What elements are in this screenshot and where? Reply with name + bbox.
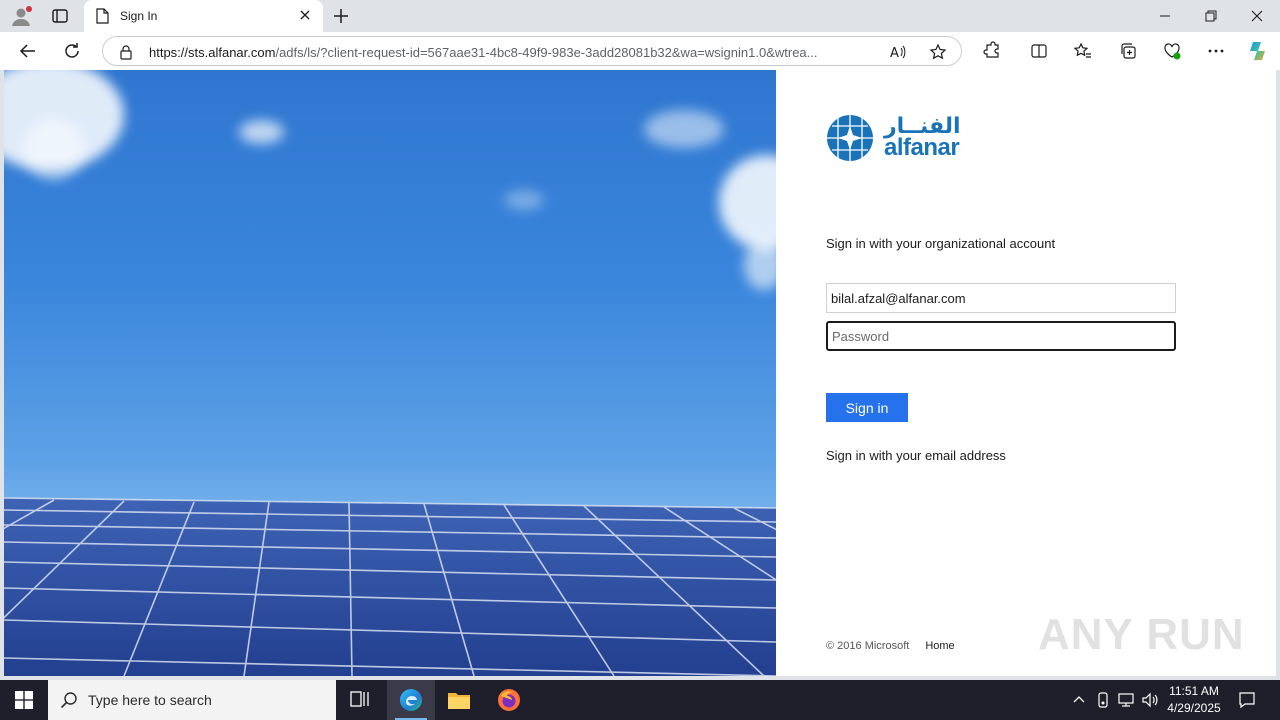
restore-icon[interactable] [1201,6,1221,26]
device-icon[interactable] [1094,691,1112,709]
profile-icon[interactable] [10,5,32,27]
lock-icon[interactable] [119,44,133,65]
alfanar-emblem-icon [827,115,873,161]
favorites-icon[interactable] [1073,41,1093,61]
password-field[interactable] [826,321,1176,351]
email-sign-in-link[interactable]: Sign in with your email address [826,448,1006,463]
taskbar-search-box[interactable]: Type here to search [48,680,336,720]
extensions-icon[interactable] [981,41,1001,61]
svg-text:A: A [890,46,899,61]
footer: © 2016 Microsoft Home [826,640,955,652]
anyrun-watermark: ANY RUN [1038,610,1245,659]
tab-title: Sign In [120,9,158,23]
edge-icon [400,689,422,711]
windows-logo-icon [15,691,33,709]
refresh-icon[interactable] [62,41,82,61]
notifications-icon[interactable] [1238,691,1256,709]
search-icon [60,691,78,714]
more-options-icon[interactable] [1206,41,1226,61]
new-tab-icon[interactable] [332,7,350,30]
taskbar-file-explorer[interactable] [435,680,483,720]
address-bar[interactable]: https://sts.alfanar.com/adfs/ls/?client-… [102,36,962,66]
clock-time: 11:51 AM [1169,684,1219,698]
close-tab-icon[interactable] [298,8,312,27]
clock-date: 4/29/2025 [1167,701,1221,715]
back-icon[interactable] [18,41,38,61]
favorite-star-icon[interactable] [929,43,947,66]
firefox-icon [498,689,520,711]
home-link[interactable]: Home [925,640,954,652]
copyright-text: © 2016 Microsoft [826,640,910,652]
network-icon[interactable] [1117,691,1135,709]
solar-panel-hero-image [4,70,776,676]
taskbar-edge[interactable] [387,680,435,720]
alfanar-logo: الفنــار alfanar [826,114,976,164]
minimize-icon[interactable] [1155,6,1175,26]
solar-panels-graphic [4,497,776,676]
tab-sign-in[interactable]: Sign In [84,0,323,32]
windows-taskbar: Type here to search 11:51 AM 4/29/2025 [0,680,1280,720]
volume-icon[interactable] [1141,691,1159,709]
browser-essentials-icon[interactable] [1162,41,1182,61]
page-icon [95,8,109,29]
sign-in-heading: Sign in with your organizational account [826,236,1056,251]
email-field[interactable] [826,283,1176,313]
start-button[interactable] [0,680,48,720]
taskbar-clock[interactable]: 11:51 AM 4/29/2025 [1160,683,1228,717]
sign-in-panel: الفنــار alfanar Sign in with your organ… [776,70,1276,676]
read-aloud-icon[interactable]: A [889,43,907,66]
close-window-icon[interactable] [1247,6,1267,26]
browser-tab-bar: Sign In [0,0,1280,32]
task-view-icon [350,691,369,707]
taskbar-firefox[interactable] [485,680,533,720]
show-hidden-icons-chevron-icon[interactable] [1070,691,1088,709]
sign-in-button[interactable]: Sign in [826,393,908,422]
copilot-icon[interactable] [1246,39,1270,63]
folder-icon [448,693,470,709]
url-domain: https://sts.alfanar.com [149,45,276,60]
search-placeholder: Type here to search [88,692,212,708]
page-viewport: الفنــار alfanar Sign in with your organ… [4,70,1276,676]
logo-english-text: alfanar [884,134,960,161]
workspaces-icon[interactable] [50,6,70,26]
browser-toolbar: https://sts.alfanar.com/adfs/ls/?client-… [0,32,1280,70]
task-view-button[interactable] [336,680,384,720]
collections-icon[interactable] [1118,41,1138,61]
url-text: https://sts.alfanar.com/adfs/ls/?client-… [149,45,883,60]
url-path: /adfs/ls/?client-request-id=567aae31-4bc… [275,45,818,60]
split-screen-icon[interactable] [1029,41,1049,61]
